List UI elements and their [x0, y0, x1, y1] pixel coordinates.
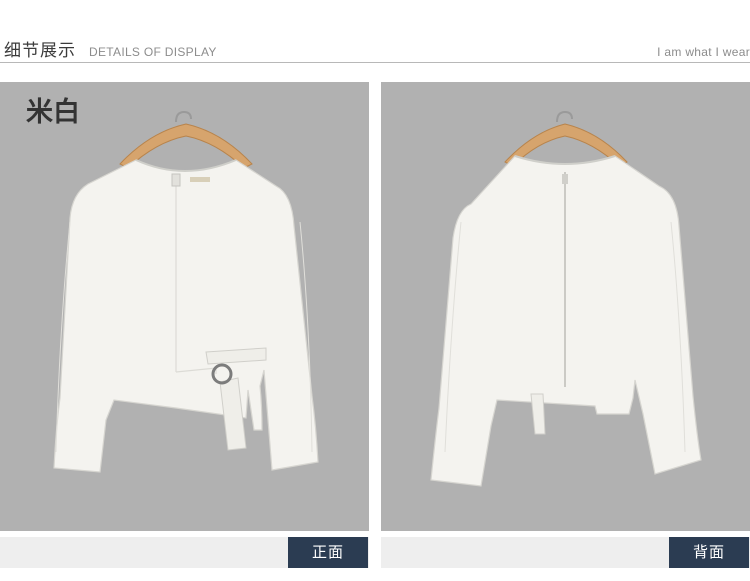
section-title: 细节展示 — [4, 41, 76, 61]
hanger-icon — [119, 110, 253, 169]
brand-slogan: I am what I wear — [657, 45, 750, 59]
blouse-back-shape — [430, 155, 702, 487]
back-view-photo — [381, 82, 750, 531]
header: 细节展示 DETAILS OF DISPLAY I am what I wear — [0, 0, 750, 63]
front-blouse-image — [53, 110, 319, 473]
front-view-tag: 正面 — [288, 537, 368, 568]
blouse-front-shape — [53, 159, 319, 473]
back-blouse-image — [430, 110, 702, 487]
header-divider — [0, 62, 750, 63]
front-view-photo: 米白 — [0, 82, 369, 531]
section-subtitle: DETAILS OF DISPLAY — [89, 45, 217, 59]
color-name-label: 米白 — [26, 97, 80, 128]
back-view-tag: 背面 — [669, 537, 749, 568]
